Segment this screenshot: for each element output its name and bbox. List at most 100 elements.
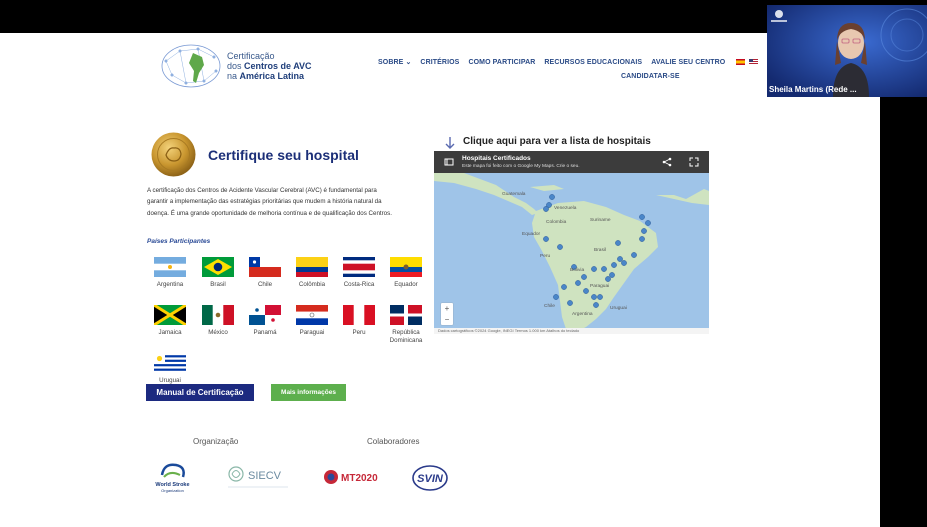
map-legend-icon[interactable] [444,157,454,167]
map-title: Hospitais Certificados [462,155,531,162]
logo-line-3: na América Latina [227,71,312,81]
google-map-embed[interactable]: Guatemala Venezuela Colombia Equador Per… [434,151,709,334]
country-label: México [208,329,228,336]
country-label: Costa-Rica [343,281,375,288]
map-header-bar: Hospitais Certificados Este mapa foi fei… [434,151,709,173]
country-mexico[interactable]: México [195,305,241,337]
country-label: Equador [394,281,418,288]
country-jamaica[interactable]: Jamaica [147,305,193,337]
hospital-list-link[interactable]: Clique aqui para ver a lista de hospitai… [463,136,651,147]
svg-text:Equador: Equador [522,231,541,237]
page-title: Certifique seu hospital [208,147,359,163]
chile-flag-icon [249,257,281,277]
panama-flag-icon [249,305,281,325]
chevron-down-icon: ⌄ [405,59,412,66]
country-label: Colômbia [298,281,326,288]
nav-item-candidatar[interactable]: CANDIDATAR-SE [621,73,680,80]
country-label: Brasil [210,281,226,288]
svg-text:Peru: Peru [540,253,550,259]
country-peru[interactable]: Peru [336,305,382,337]
organizacao-label: Organização [193,437,239,446]
logo-line-2-pre: dos [227,61,245,71]
language-switcher [734,58,759,66]
nav-item-criterios[interactable]: CRITÉRIOS [420,59,459,66]
country-argentina[interactable]: Argentina [147,257,193,289]
gold-seal-icon [151,132,196,177]
country-brasil[interactable]: Brasil [195,257,241,289]
svg-text:Organization: Organization [161,488,184,493]
svg-text:Chile: Chile [544,303,555,309]
jamaica-flag-icon [154,305,186,325]
logo-line-2-bold: Centros de AVC [244,61,312,71]
countries-title: Países Participantes [147,238,211,245]
nav-row-2: CANDIDATAR-SE [378,69,708,83]
site-logo[interactable]: Certificação dos Centros de AVC na Améri… [160,43,320,91]
country-costa-rica[interactable]: Costa-Rica [336,257,382,289]
map-zoom-control: + − [441,303,453,325]
zoom-out-button[interactable]: − [441,314,453,325]
svg-text:Venezuela: Venezuela [554,205,577,211]
argentina-flag-icon [154,257,186,277]
siecv-logo[interactable]: SIECV [226,461,290,495]
brazil-flag-icon [202,257,234,277]
fullscreen-icon[interactable] [689,157,699,167]
colombia-flag-icon [296,257,328,277]
country-panama[interactable]: Panamá [242,305,288,337]
video-call-tile[interactable]: Sheila Martins (Rede ... [767,5,927,97]
svg-text:Paraguai: Paraguai [590,283,609,289]
country-label: Jamaica [158,329,182,336]
share-icon[interactable] [662,157,672,167]
nav-item-recursos[interactable]: RECURSOS EDUCACIONAIS [544,59,642,66]
logo-line-3-bold: América Latina [239,71,305,81]
country-uruguai[interactable]: Uruguai [147,353,193,385]
main-nav: SOBRE ⌄ CRITÉRIOS COMO PARTICIPAR RECURS… [378,55,759,83]
country-label: República Dominicana [389,329,423,344]
nav-item-avalie[interactable]: AVALIE SEU CENTRO [651,59,725,66]
svg-text:SIECV: SIECV [248,470,282,482]
participant-name: Sheila Martins (Rede ... [769,85,857,94]
svg-text:Colombia: Colombia [546,219,567,225]
nav-item-sobre-label: SOBRE [378,59,404,66]
world-stroke-organization-logo[interactable]: World Stroke Organization [150,461,195,495]
logo-line-2: dos Centros de AVC [227,61,312,71]
svg-text:SVIN: SVIN [417,473,444,485]
manual-certificacao-button[interactable]: Manual de Certificação [146,384,254,401]
country-label: Paraguai [299,329,325,336]
logo-text: Certificação dos Centros de AVC na Améri… [227,51,312,81]
costa-rica-flag-icon [343,257,375,277]
paraguay-flag-icon [296,305,328,325]
screen: Certificação dos Centros de AVC na Améri… [0,0,927,527]
web-page: Certificação dos Centros de AVC na Améri… [0,33,880,527]
svg-text:Argentina: Argentina [572,311,593,317]
logo-line-3-pre: na [227,71,240,81]
participant-video [767,5,927,97]
map-canvas[interactable]: Guatemala Venezuela Colombia Equador Per… [434,151,709,334]
country-equador[interactable]: Equador [383,257,429,289]
mt2020-logo[interactable]: MT2020 [322,461,384,495]
country-republica-dominicana[interactable]: República Dominicana [383,305,429,345]
arrow-down-icon [445,137,455,149]
svg-text:MT2020: MT2020 [341,473,378,484]
country-label: Panamá [253,329,277,336]
country-label: Chile [257,281,273,288]
country-label: Peru [352,329,366,336]
zoom-in-button[interactable]: + [441,303,453,314]
logo-line-1: Certificação [227,51,275,61]
svg-text:Brasil: Brasil [594,247,606,253]
mais-informacoes-button[interactable]: Mais informações [271,384,346,401]
usa-flag-icon[interactable] [749,58,759,65]
svg-text:Uruguai: Uruguai [610,305,627,311]
mexico-flag-icon [202,305,234,325]
svin-logo[interactable]: SVIN [410,461,450,495]
map-subtitle[interactable]: Este mapa foi feito com o Google My Maps… [462,164,580,169]
country-paraguai[interactable]: Paraguai [289,305,335,337]
country-chile[interactable]: Chile [242,257,288,289]
nav-row: SOBRE ⌄ CRITÉRIOS COMO PARTICIPAR RECURS… [378,55,759,69]
country-label: Argentina [156,281,184,288]
country-colombia[interactable]: Colômbia [289,257,335,289]
nav-item-como-participar[interactable]: COMO PARTICIPAR [468,59,535,66]
colaboradores-label: Colaboradores [367,437,420,446]
nav-item-sobre[interactable]: SOBRE ⌄ [378,58,411,66]
spain-flag-icon[interactable] [736,58,746,65]
svg-text:Guatemala: Guatemala [502,191,526,197]
